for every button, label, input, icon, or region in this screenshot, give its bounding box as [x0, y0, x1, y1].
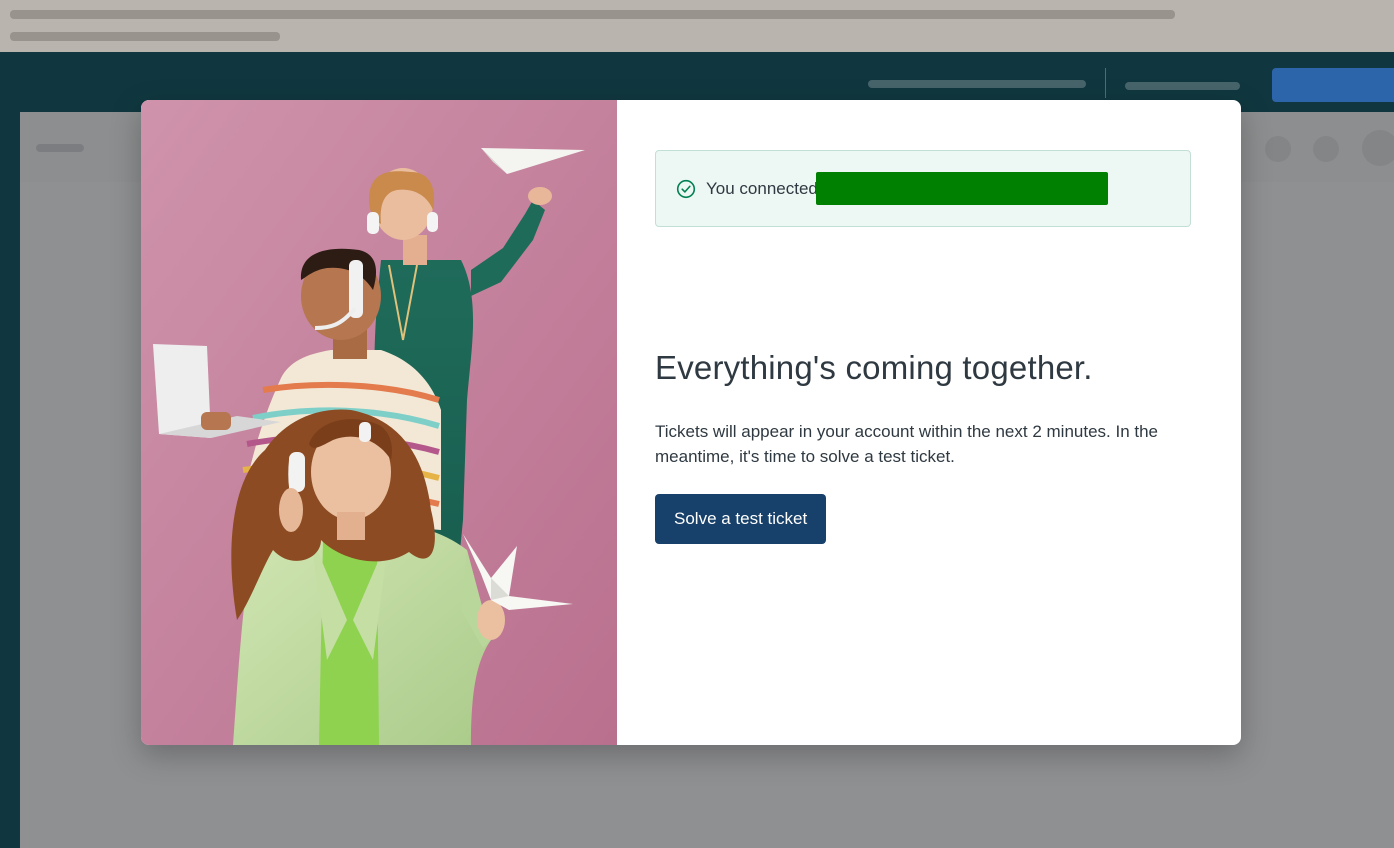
modal-content: You connected Everything's coming togeth… [617, 100, 1241, 745]
onboarding-modal: You connected Everything's coming togeth… [141, 100, 1241, 745]
solve-test-ticket-button[interactable]: Solve a test ticket [655, 494, 827, 544]
check-circle-icon [676, 179, 696, 198]
redacted-account-name [815, 172, 1108, 205]
modal-description: Tickets will appear in your account with… [655, 422, 1159, 466]
connection-success-toast: You connected [655, 150, 1191, 227]
hero-image [141, 100, 617, 745]
toast-message: You connected [706, 178, 818, 198]
modal-headline: Everything's coming together. [655, 349, 1093, 386]
